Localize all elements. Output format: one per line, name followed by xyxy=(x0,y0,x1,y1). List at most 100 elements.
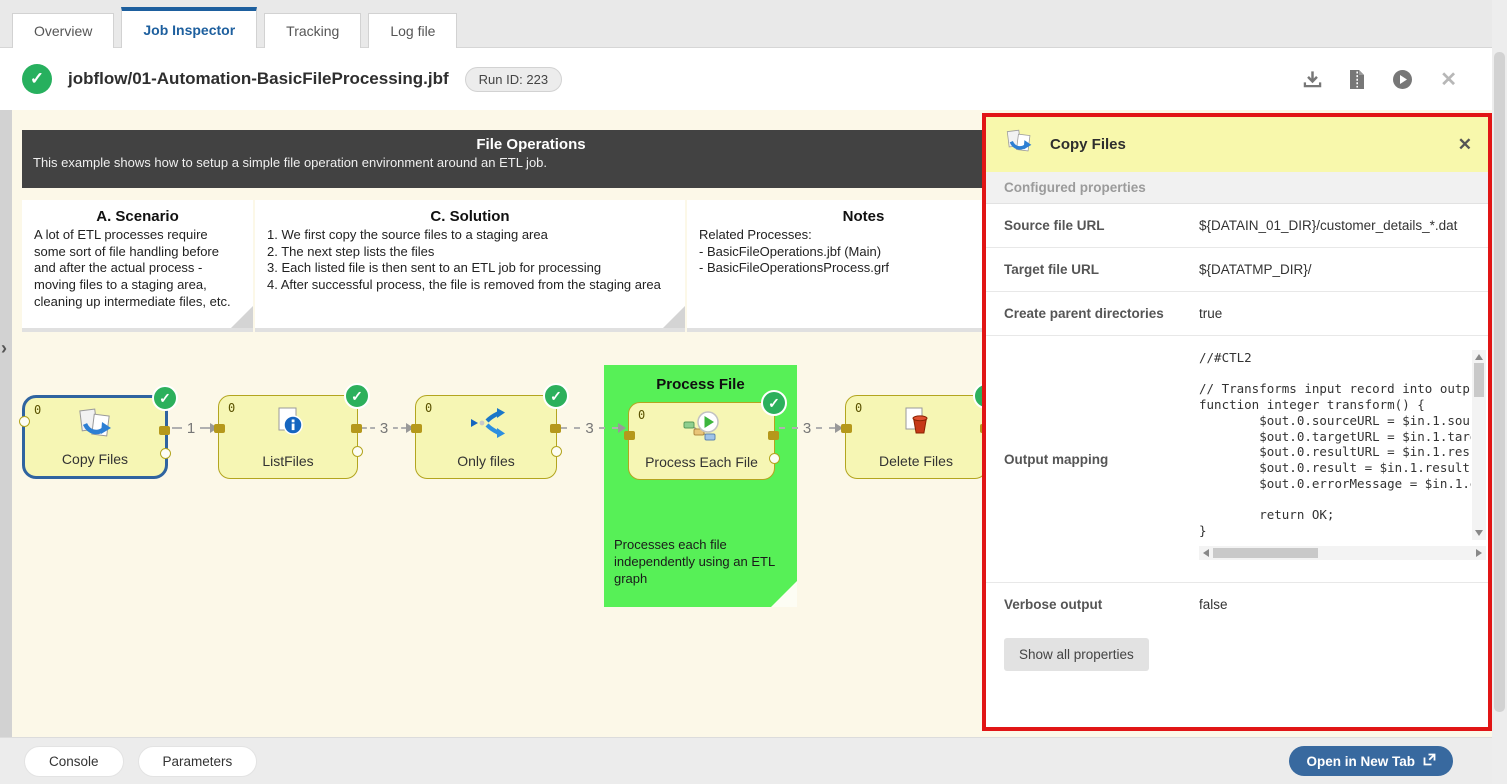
input-port xyxy=(411,424,422,433)
console-button[interactable]: Console xyxy=(24,746,124,777)
tab-log-file[interactable]: Log file xyxy=(368,13,457,48)
group-fold-corner xyxy=(771,581,797,607)
close-icon[interactable] xyxy=(1440,67,1457,92)
open-in-new-tab-button[interactable]: Open in New Tab xyxy=(1289,746,1453,776)
jobflow-canvas: File Operations This example shows how t… xyxy=(0,110,1507,737)
archive-file-icon[interactable] xyxy=(1349,70,1365,89)
horizontal-scrollbar[interactable] xyxy=(1199,546,1486,560)
node-process-each-file[interactable]: 0 Process Each File xyxy=(628,402,775,480)
note-title: A. Scenario xyxy=(22,208,253,225)
output-port xyxy=(351,424,362,433)
vertical-scroll-thumb[interactable] xyxy=(1474,363,1484,397)
prop-label: Output mapping xyxy=(1004,452,1199,467)
note-fold-corner xyxy=(663,306,685,328)
output-mapping-code[interactable]: //#CTL2 // Transforms input record into … xyxy=(1199,350,1486,568)
node-label: ListFiles xyxy=(219,453,357,469)
job-title: jobflow/01-Automation-BasicFileProcessin… xyxy=(68,69,449,89)
node-port-badge: 0 xyxy=(34,403,41,417)
node-port-badge: 0 xyxy=(638,408,645,422)
note-scenario: A. Scenario A lot of ETL processes requi… xyxy=(22,200,253,328)
node-only-files[interactable]: 0 Only files xyxy=(415,395,557,479)
input-port xyxy=(841,424,852,433)
success-check-icon xyxy=(22,64,52,94)
note-body: A lot of ETL processes require some sort… xyxy=(22,227,253,310)
list-files-icon xyxy=(219,406,357,440)
panel-close-icon[interactable] xyxy=(1458,135,1472,155)
tab-bar: Overview Job Inspector Tracking Log file xyxy=(0,0,1507,48)
edge-record-count: 1 xyxy=(187,420,195,437)
copy-files-icon xyxy=(25,408,165,442)
node-port-badge: 0 xyxy=(228,401,235,415)
collapse-strip xyxy=(0,110,12,737)
panel-header: Copy Files xyxy=(986,117,1488,172)
prop-row-verbose: Verbose output false xyxy=(986,583,1488,626)
prop-row-create-parent-dirs: Create parent directories true xyxy=(986,292,1488,336)
node-port-badge: 0 xyxy=(855,401,862,415)
prop-value: ${DATAIN_01_DIR}/customer_details_*.dat xyxy=(1199,218,1457,233)
input-notch xyxy=(19,416,30,427)
run-id-badge: Run ID: 223 xyxy=(465,67,562,92)
node-label: Process Each File xyxy=(629,454,774,470)
output-port xyxy=(159,426,170,435)
node-delete-files[interactable]: 0 Delete Files xyxy=(845,395,987,479)
node-copy-files[interactable]: 0 Copy Files xyxy=(22,395,168,479)
note-title: C. Solution xyxy=(255,208,685,225)
edge-list-to-only: 3 xyxy=(362,422,414,434)
node-label: Only files xyxy=(416,453,556,469)
output-notch xyxy=(551,446,562,457)
page-scrollbar[interactable] xyxy=(1492,0,1507,784)
scroll-down-icon[interactable] xyxy=(1475,530,1483,536)
prop-row-source-url: Source file URL ${DATAIN_01_DIR}/custome… xyxy=(986,204,1488,248)
panel-title: Copy Files xyxy=(1050,136,1126,153)
run-graph-icon xyxy=(629,411,774,443)
tab-job-inspector[interactable]: Job Inspector xyxy=(121,7,257,48)
edge-record-count: 3 xyxy=(585,420,593,437)
scroll-left-icon[interactable] xyxy=(1203,549,1209,557)
node-label: Delete Files xyxy=(846,453,986,469)
show-all-properties-button[interactable]: Show all properties xyxy=(1004,638,1149,671)
input-port xyxy=(214,424,225,433)
output-notch xyxy=(160,448,171,459)
prop-label: Create parent directories xyxy=(1004,306,1199,321)
prop-label: Source file URL xyxy=(1004,218,1199,233)
scroll-right-icon[interactable] xyxy=(1476,549,1482,557)
run-header: jobflow/01-Automation-BasicFileProcessin… xyxy=(0,48,1507,110)
expand-chevron-icon[interactable] xyxy=(1,338,7,359)
prop-label: Target file URL xyxy=(1004,262,1199,277)
panel-section-label: Configured properties xyxy=(986,172,1488,204)
header-actions xyxy=(1303,67,1457,92)
open-in-new-tab-label: Open in New Tab xyxy=(1306,754,1415,769)
tab-overview[interactable]: Overview xyxy=(12,13,114,48)
download-icon[interactable] xyxy=(1303,70,1322,88)
scroll-up-icon[interactable] xyxy=(1475,354,1483,360)
page-scroll-thumb[interactable] xyxy=(1494,52,1505,712)
filter-branch-icon xyxy=(416,406,556,440)
input-port xyxy=(624,431,635,440)
canvas-title-note: File Operations This example shows how t… xyxy=(22,130,1040,188)
prop-value: true xyxy=(1199,306,1222,321)
prop-row-output-mapping: Output mapping //#CTL2 // Transforms inp… xyxy=(986,336,1488,583)
edge-record-count: 3 xyxy=(803,420,811,437)
edge-copy-to-list: 1 xyxy=(172,422,218,434)
node-success-icon xyxy=(761,390,787,416)
tab-tracking[interactable]: Tracking xyxy=(264,13,361,48)
note-solution: C. Solution 1. We first copy the source … xyxy=(255,200,685,328)
parameters-button[interactable]: Parameters xyxy=(138,746,258,777)
prop-row-target-url: Target file URL ${DATATMP_DIR}/ xyxy=(986,248,1488,292)
vertical-scrollbar[interactable] xyxy=(1472,350,1486,540)
external-link-icon xyxy=(1423,753,1436,769)
node-label: Copy Files xyxy=(25,451,165,467)
prop-value: false xyxy=(1199,597,1228,612)
node-list-files[interactable]: 0 ListFiles xyxy=(218,395,358,479)
play-circle-icon[interactable] xyxy=(1392,69,1413,90)
canvas-note-description: This example shows how to setup a simple… xyxy=(22,155,1040,170)
group-note: Processes each file independently using … xyxy=(614,537,779,588)
properties-panel: Copy Files Configured properties Source … xyxy=(982,113,1492,731)
delete-files-icon xyxy=(846,406,986,440)
horizontal-scroll-thumb[interactable] xyxy=(1213,548,1318,558)
edge-record-count: 3 xyxy=(380,420,388,437)
edge-only-to-process: 3 xyxy=(561,422,626,434)
note-body: 1. We first copy the source files to a s… xyxy=(255,227,685,294)
node-success-icon xyxy=(152,385,178,411)
output-notch xyxy=(352,446,363,457)
